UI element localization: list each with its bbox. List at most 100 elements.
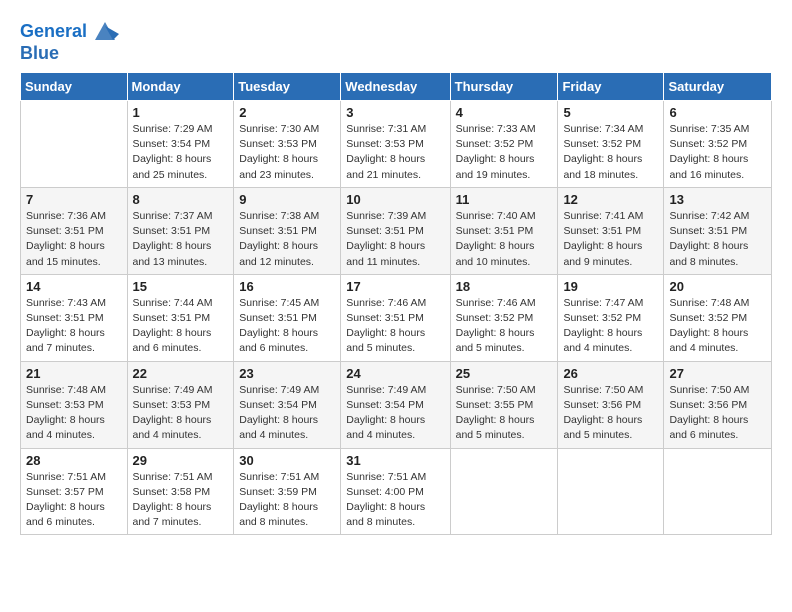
day-info: Sunrise: 7:48 AM Sunset: 3:52 PM Dayligh… (669, 296, 766, 357)
day-cell: 2Sunrise: 7:30 AM Sunset: 3:53 PM Daylig… (234, 101, 341, 188)
week-row-1: 1 Sunrise: 7:29 AM Sunset: 3:54 PM Daylig… (21, 101, 772, 188)
day-number: 10 (346, 192, 444, 207)
day-cell: 6 Sunrise: 7:35 AM Sunset: 3:52 PM Daylig… (664, 101, 772, 188)
weekday-header-saturday: Saturday (664, 73, 772, 101)
day-number: 2 (239, 105, 335, 120)
day-info: Sunrise: 7:50 AM Sunset: 3:56 PM Dayligh… (563, 383, 658, 444)
calendar: SundayMondayTuesdayWednesdayThursdayFrid… (20, 72, 772, 535)
day-cell: 18 Sunrise: 7:46 AM Sunset: 3:52 PM Dayli… (450, 274, 558, 361)
day-info: Sunrise: 7:49 AM Sunset: 3:54 PM Dayligh… (239, 383, 335, 444)
day-number: 30 (239, 453, 335, 468)
day-number: 6 (669, 105, 766, 120)
day-info: Sunrise: 7:35 AM Sunset: 3:52 PM Dayligh… (669, 122, 766, 183)
day-info: Sunrise: 7:49 AM Sunset: 3:53 PM Dayligh… (133, 383, 229, 444)
day-info: Sunrise: 7:51 AM Sunset: 3:58 PM Dayligh… (133, 470, 229, 531)
weekday-header-tuesday: Tuesday (234, 73, 341, 101)
day-info: Sunrise: 7:34 AM Sunset: 3:52 PM Dayligh… (563, 122, 658, 183)
day-number: 31 (346, 453, 444, 468)
day-number: 27 (669, 366, 766, 381)
weekday-header-thursday: Thursday (450, 73, 558, 101)
day-number: 19 (563, 279, 658, 294)
day-info: Sunrise: 7:40 AM Sunset: 3:51 PM Dayligh… (456, 209, 553, 270)
weekday-header-wednesday: Wednesday (341, 73, 450, 101)
day-number: 15 (133, 279, 229, 294)
day-number: 29 (133, 453, 229, 468)
week-row-4: 21Sunrise: 7:48 AM Sunset: 3:53 PM Dayli… (21, 361, 772, 448)
day-cell (558, 448, 664, 535)
day-info: Sunrise: 7:44 AM Sunset: 3:51 PM Dayligh… (133, 296, 229, 357)
day-cell: 28Sunrise: 7:51 AM Sunset: 3:57 PM Dayli… (21, 448, 128, 535)
day-cell: 9 Sunrise: 7:38 AM Sunset: 3:51 PM Daylig… (234, 187, 341, 274)
day-cell: 3 Sunrise: 7:31 AM Sunset: 3:53 PM Daylig… (341, 101, 450, 188)
day-cell: 19 Sunrise: 7:47 AM Sunset: 3:52 PM Dayli… (558, 274, 664, 361)
day-cell (21, 101, 128, 188)
day-info: Sunrise: 7:31 AM Sunset: 3:53 PM Dayligh… (346, 122, 444, 183)
day-cell: 8 Sunrise: 7:37 AM Sunset: 3:51 PM Daylig… (127, 187, 234, 274)
day-cell: 26 Sunrise: 7:50 AM Sunset: 3:56 PM Dayli… (558, 361, 664, 448)
weekday-header-sunday: Sunday (21, 73, 128, 101)
day-cell: 31 Sunrise: 7:51 AM Sunset: 4:00 PM Dayli… (341, 448, 450, 535)
day-cell: 20 Sunrise: 7:48 AM Sunset: 3:52 PM Dayli… (664, 274, 772, 361)
day-number: 9 (239, 192, 335, 207)
day-cell: 25Sunrise: 7:50 AM Sunset: 3:55 PM Dayli… (450, 361, 558, 448)
day-cell: 21Sunrise: 7:48 AM Sunset: 3:53 PM Dayli… (21, 361, 128, 448)
day-info: Sunrise: 7:37 AM Sunset: 3:51 PM Dayligh… (133, 209, 229, 270)
day-number: 13 (669, 192, 766, 207)
day-info: Sunrise: 7:49 AM Sunset: 3:54 PM Dayligh… (346, 383, 444, 444)
day-cell: 23 Sunrise: 7:49 AM Sunset: 3:54 PM Dayli… (234, 361, 341, 448)
day-info: Sunrise: 7:50 AM Sunset: 3:55 PM Dayligh… (456, 383, 553, 444)
day-number: 14 (26, 279, 122, 294)
day-cell: 24Sunrise: 7:49 AM Sunset: 3:54 PM Dayli… (341, 361, 450, 448)
day-number: 5 (563, 105, 658, 120)
day-number: 1 (133, 105, 229, 120)
page: General Blue SundayMondayTuesdayWednesda… (0, 0, 792, 612)
week-row-2: 7Sunrise: 7:36 AM Sunset: 3:51 PM Daylig… (21, 187, 772, 274)
logo-blue: Blue (20, 43, 59, 63)
day-cell: 27 Sunrise: 7:50 AM Sunset: 3:56 PM Dayli… (664, 361, 772, 448)
day-info: Sunrise: 7:51 AM Sunset: 4:00 PM Dayligh… (346, 470, 444, 531)
day-cell: 16 Sunrise: 7:45 AM Sunset: 3:51 PM Dayli… (234, 274, 341, 361)
day-cell: 12Sunrise: 7:41 AM Sunset: 3:51 PM Dayli… (558, 187, 664, 274)
day-number: 8 (133, 192, 229, 207)
day-info: Sunrise: 7:36 AM Sunset: 3:51 PM Dayligh… (26, 209, 122, 270)
day-cell: 5 Sunrise: 7:34 AM Sunset: 3:52 PM Daylig… (558, 101, 664, 188)
day-cell: 7Sunrise: 7:36 AM Sunset: 3:51 PM Daylig… (21, 187, 128, 274)
day-info: Sunrise: 7:41 AM Sunset: 3:51 PM Dayligh… (563, 209, 658, 270)
day-info: Sunrise: 7:50 AM Sunset: 3:56 PM Dayligh… (669, 383, 766, 444)
day-cell: 1 Sunrise: 7:29 AM Sunset: 3:54 PM Daylig… (127, 101, 234, 188)
day-cell: 30 Sunrise: 7:51 AM Sunset: 3:59 PM Dayli… (234, 448, 341, 535)
day-info: Sunrise: 7:42 AM Sunset: 3:51 PM Dayligh… (669, 209, 766, 270)
day-number: 11 (456, 192, 553, 207)
day-number: 16 (239, 279, 335, 294)
day-number: 21 (26, 366, 122, 381)
day-number: 20 (669, 279, 766, 294)
day-number: 3 (346, 105, 444, 120)
day-number: 18 (456, 279, 553, 294)
day-number: 22 (133, 366, 229, 381)
day-info: Sunrise: 7:29 AM Sunset: 3:54 PM Dayligh… (133, 122, 229, 183)
weekday-header-friday: Friday (558, 73, 664, 101)
day-cell: 11 Sunrise: 7:40 AM Sunset: 3:51 PM Dayli… (450, 187, 558, 274)
day-cell: 10 Sunrise: 7:39 AM Sunset: 3:51 PM Dayli… (341, 187, 450, 274)
day-number: 26 (563, 366, 658, 381)
day-info: Sunrise: 7:39 AM Sunset: 3:51 PM Dayligh… (346, 209, 444, 270)
day-cell: 14 Sunrise: 7:43 AM Sunset: 3:51 PM Dayli… (21, 274, 128, 361)
day-number: 17 (346, 279, 444, 294)
week-row-5: 28Sunrise: 7:51 AM Sunset: 3:57 PM Dayli… (21, 448, 772, 535)
day-cell (450, 448, 558, 535)
weekday-header-monday: Monday (127, 73, 234, 101)
day-cell (664, 448, 772, 535)
day-cell: 13 Sunrise: 7:42 AM Sunset: 3:51 PM Dayli… (664, 187, 772, 274)
day-info: Sunrise: 7:51 AM Sunset: 3:59 PM Dayligh… (239, 470, 335, 531)
logo: General Blue (20, 18, 119, 62)
day-cell: 17 Sunrise: 7:46 AM Sunset: 3:51 PM Dayli… (341, 274, 450, 361)
day-info: Sunrise: 7:43 AM Sunset: 3:51 PM Dayligh… (26, 296, 122, 357)
week-row-3: 14 Sunrise: 7:43 AM Sunset: 3:51 PM Dayli… (21, 274, 772, 361)
day-cell: 22 Sunrise: 7:49 AM Sunset: 3:53 PM Dayli… (127, 361, 234, 448)
day-info: Sunrise: 7:45 AM Sunset: 3:51 PM Dayligh… (239, 296, 335, 357)
day-info: Sunrise: 7:38 AM Sunset: 3:51 PM Dayligh… (239, 209, 335, 270)
day-info: Sunrise: 7:47 AM Sunset: 3:52 PM Dayligh… (563, 296, 658, 357)
day-info: Sunrise: 7:46 AM Sunset: 3:51 PM Dayligh… (346, 296, 444, 357)
day-info: Sunrise: 7:46 AM Sunset: 3:52 PM Dayligh… (456, 296, 553, 357)
day-number: 23 (239, 366, 335, 381)
